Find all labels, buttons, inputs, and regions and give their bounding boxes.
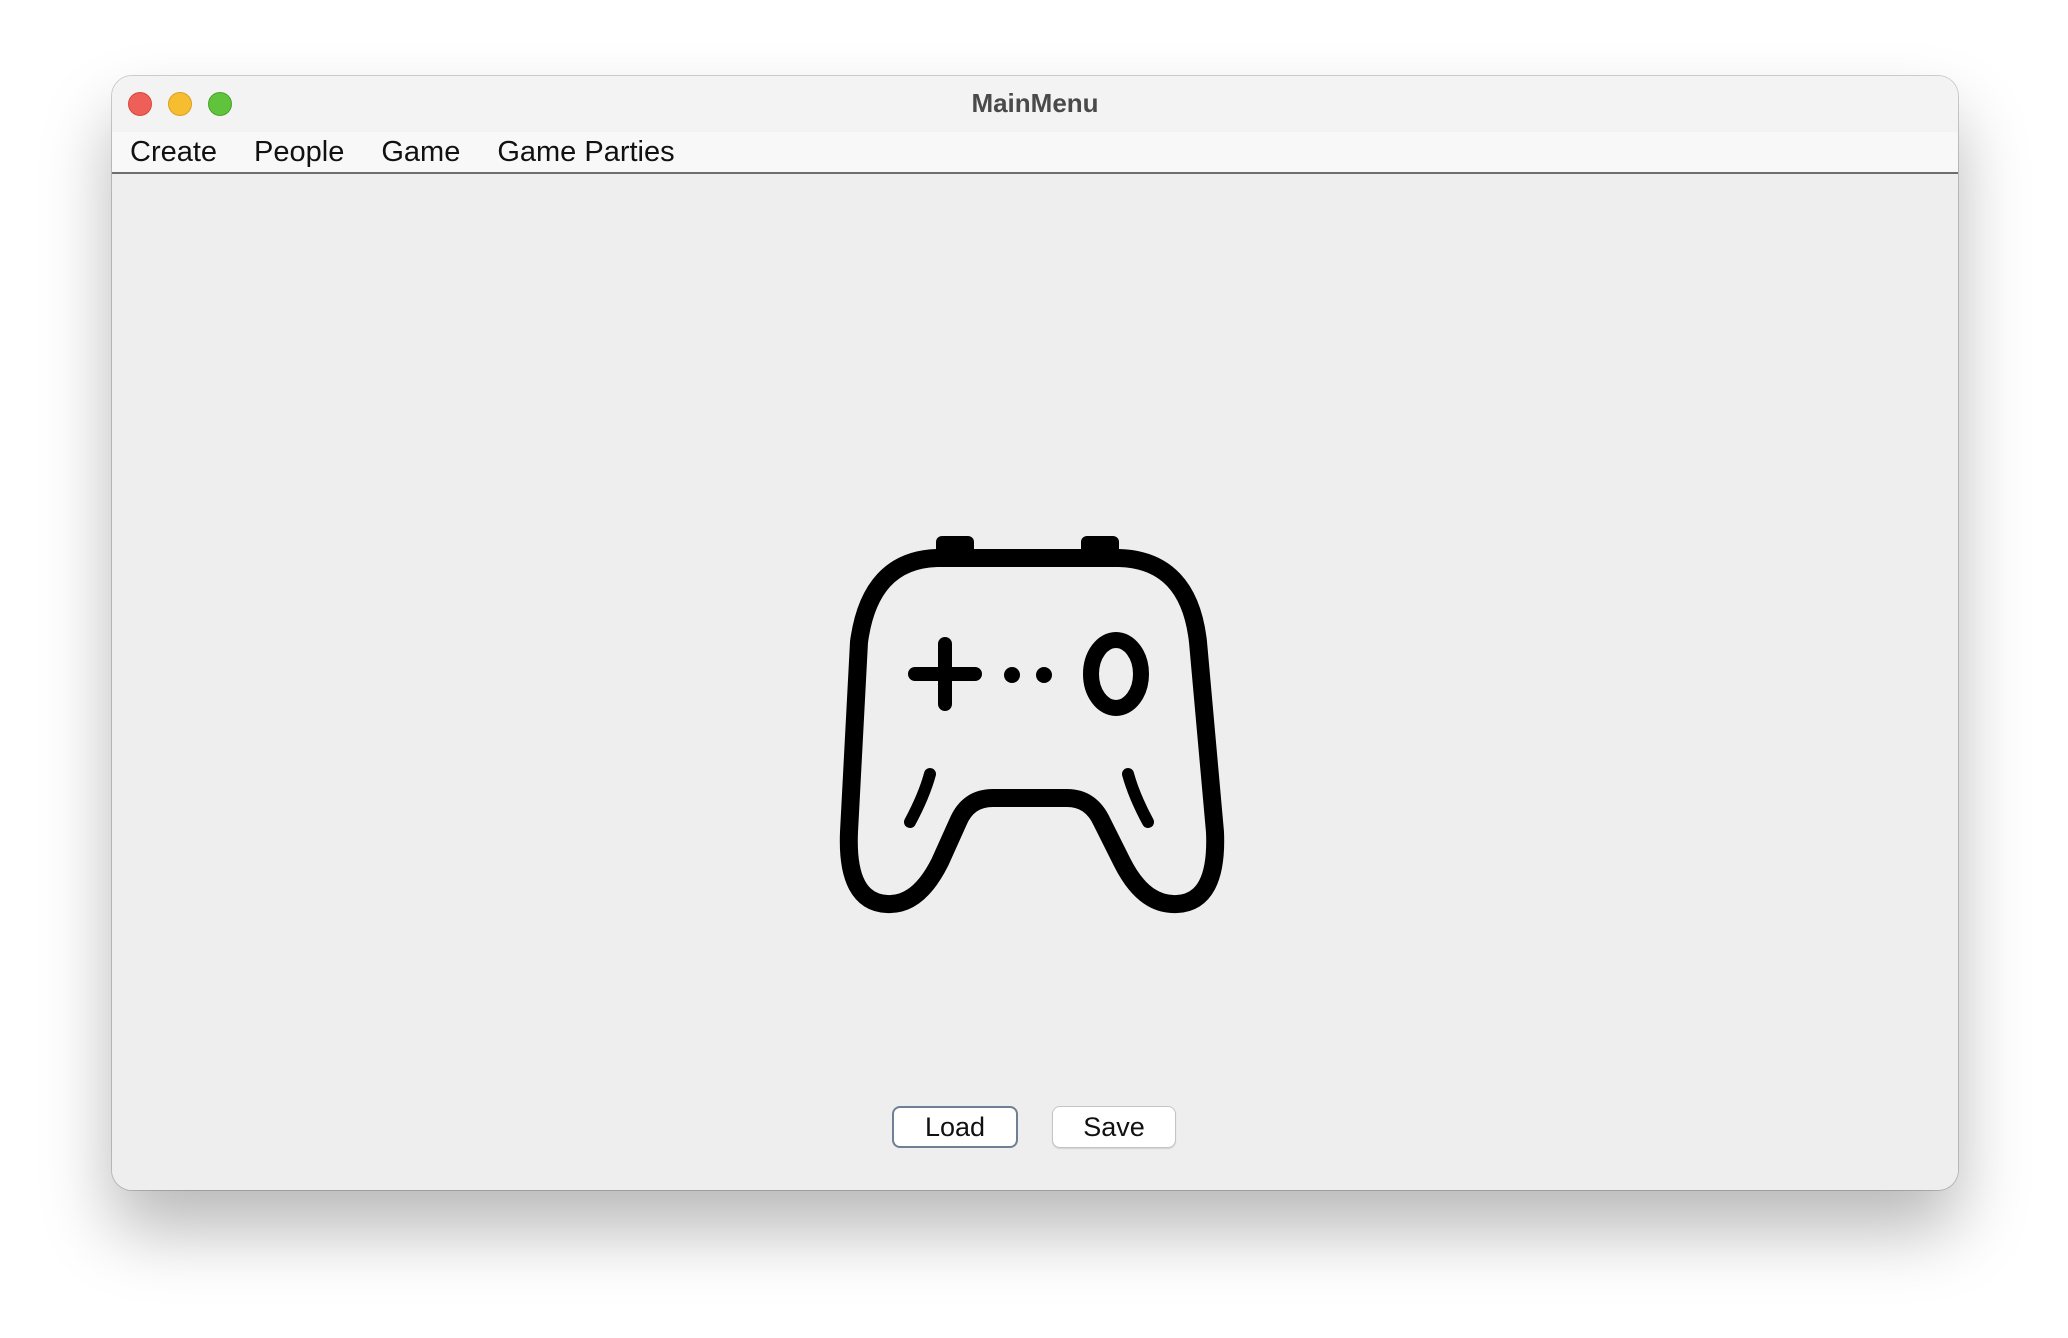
save-button[interactable]: Save: [1052, 1106, 1176, 1148]
main-window: MainMenu Create People Game Game Parties…: [112, 76, 1958, 1190]
menu-game-parties[interactable]: Game Parties: [497, 131, 674, 173]
window-title: MainMenu: [971, 88, 1099, 118]
load-button[interactable]: Load: [892, 1106, 1018, 1148]
main-content: Load Save: [112, 176, 1958, 1190]
game-controller-icon: [839, 536, 1225, 914]
menu-create[interactable]: Create: [130, 131, 217, 173]
menu-game[interactable]: Game: [381, 131, 460, 173]
menu-people[interactable]: People: [254, 131, 344, 173]
title-bar: MainMenu: [112, 76, 1958, 133]
menu-bar: Create People Game Game Parties: [112, 132, 1958, 174]
